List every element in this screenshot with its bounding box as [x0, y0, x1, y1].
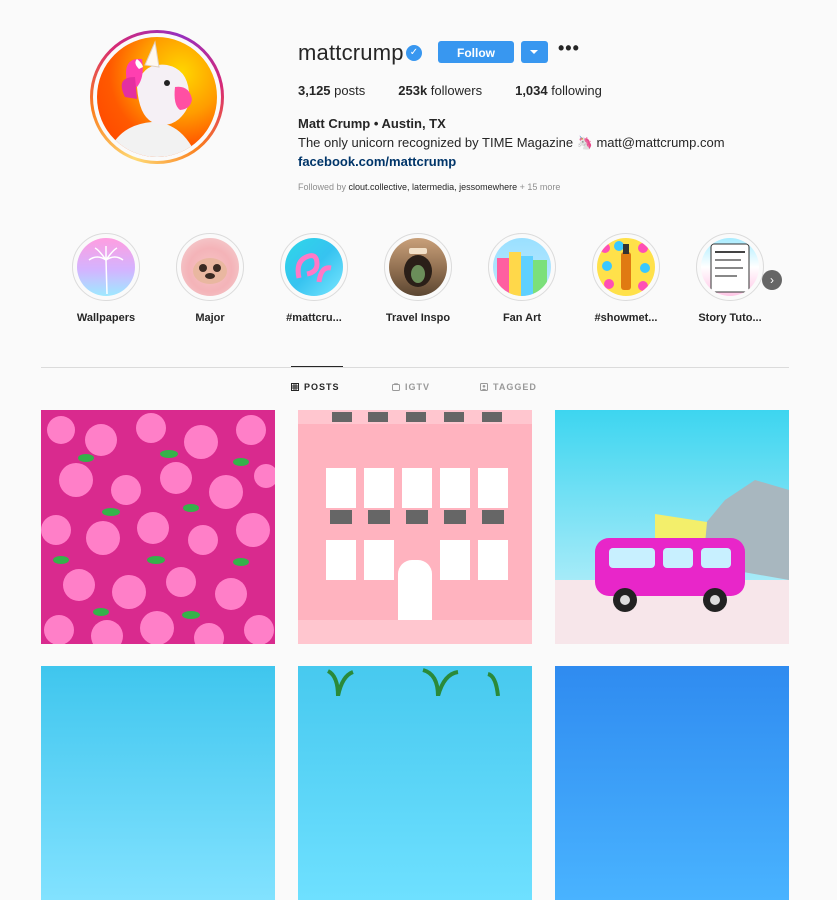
more-options-button[interactable]: ••• — [558, 38, 580, 59]
post-thumbnail[interactable] — [41, 666, 275, 900]
highlight-mattcrump[interactable]: #mattcru... — [269, 233, 359, 324]
bio-name: Matt Crump • Austin, TX — [298, 116, 446, 131]
bio-website-link[interactable]: facebook.com/mattcrump — [298, 154, 456, 169]
highlight-cover-ring — [488, 233, 556, 301]
highlight-travel-inspo[interactable]: Travel Inspo — [373, 233, 463, 324]
tab-igtv[interactable]: IGTV — [392, 382, 430, 392]
post-thumbnail[interactable] — [555, 666, 789, 900]
phone-screenshot-image — [710, 243, 750, 293]
bougainvillea-flowers-image — [41, 410, 275, 644]
highlight-cover — [389, 238, 447, 296]
highlight-label: #showmet... — [594, 312, 658, 324]
highlight-cover-ring — [696, 233, 764, 301]
followers-count: 253k — [398, 83, 428, 98]
post-thumbnail[interactable] — [555, 410, 789, 644]
followed-by-names: clout.collective, latermedia, jessomewhe… — [348, 182, 518, 192]
tab-label: POSTS — [304, 382, 340, 392]
post-thumbnail[interactable] — [41, 410, 275, 644]
highlight-major[interactable]: Major — [165, 233, 255, 324]
highlight-label: Major — [195, 312, 225, 324]
highlight-cover — [77, 238, 135, 296]
pug-face-image — [193, 258, 227, 284]
ellipsis-icon: ••• — [558, 38, 580, 58]
highlight-cover — [701, 238, 759, 296]
tab-label: IGTV — [405, 382, 431, 392]
colorful-buildings-image — [497, 252, 547, 296]
tab-label: TAGGED — [493, 382, 537, 392]
highlight-showmet[interactable]: #showmet... — [581, 233, 671, 324]
pink-building-image — [298, 410, 532, 644]
tab-posts[interactable]: POSTS — [291, 382, 340, 392]
grid-icon — [291, 383, 299, 391]
profile-username: mattcrump — [298, 40, 404, 65]
highlight-cover — [493, 238, 551, 296]
highlight-cover-ring — [176, 233, 244, 301]
followed-by-text[interactable]: Followed by clout.collective, latermedia… — [298, 182, 560, 192]
post-thumbnail[interactable] — [298, 666, 532, 900]
highlight-label: Travel Inspo — [385, 312, 451, 324]
active-tab-indicator — [291, 366, 343, 367]
unicorn-mask-image — [107, 40, 197, 157]
followers-label: followers — [430, 83, 483, 98]
verified-badge-icon: ✓ — [406, 45, 422, 61]
highlight-cover — [181, 238, 239, 296]
highlight-wallpapers[interactable]: Wallpapers — [61, 233, 151, 324]
highlight-label: Story Tuto... — [698, 312, 762, 324]
posts-stat: 3,125 posts — [298, 83, 365, 98]
suggested-dropdown-button[interactable] — [521, 41, 548, 63]
follow-button[interactable]: Follow — [438, 41, 514, 63]
highlight-cover-ring — [592, 233, 660, 301]
highlight-fan-art[interactable]: Fan Art — [477, 233, 567, 324]
highlight-cover-ring — [384, 233, 452, 301]
tunnel-image — [404, 248, 432, 287]
bio-text: The only unicorn recognized by TIME Maga… — [298, 135, 725, 150]
followed-by-prefix: Followed by — [298, 182, 349, 192]
followed-by-more: + 15 more — [517, 182, 561, 192]
profile-stats: 3,125 posts 253k followers 1,034 followi… — [298, 83, 602, 98]
tab-tagged[interactable]: TAGGED — [480, 382, 537, 392]
following-count: 1,034 — [515, 83, 548, 98]
highlight-label: Fan Art — [502, 312, 542, 324]
pink-van-image — [555, 410, 789, 644]
palm-trees-image — [326, 668, 500, 697]
tagged-icon — [480, 383, 488, 391]
highlight-cover — [597, 238, 655, 296]
igtv-icon — [392, 383, 400, 391]
following-stat[interactable]: 1,034 following — [515, 83, 602, 98]
highlight-label: Wallpapers — [76, 312, 136, 324]
palm-tree-icon — [88, 246, 124, 295]
polka-dot-bottle-image — [600, 241, 650, 291]
highlight-cover — [285, 238, 343, 296]
tabs-divider — [41, 367, 789, 368]
highlights-next-button[interactable]: › — [762, 270, 782, 290]
post-thumbnail[interactable] — [298, 410, 532, 644]
highlight-cover-ring — [280, 233, 348, 301]
chevron-right-icon: › — [770, 273, 774, 287]
flamingo-float-image — [295, 253, 332, 283]
profile-avatar-ring[interactable] — [90, 30, 224, 164]
highlight-cover-ring — [72, 233, 140, 301]
highlight-label: #mattcru... — [286, 312, 342, 324]
avatar[interactable] — [97, 37, 217, 157]
posts-count: 3,125 — [298, 83, 331, 98]
posts-label: posts — [334, 83, 366, 98]
followers-stat[interactable]: 253k followers — [398, 83, 482, 98]
following-label: following — [551, 83, 602, 98]
